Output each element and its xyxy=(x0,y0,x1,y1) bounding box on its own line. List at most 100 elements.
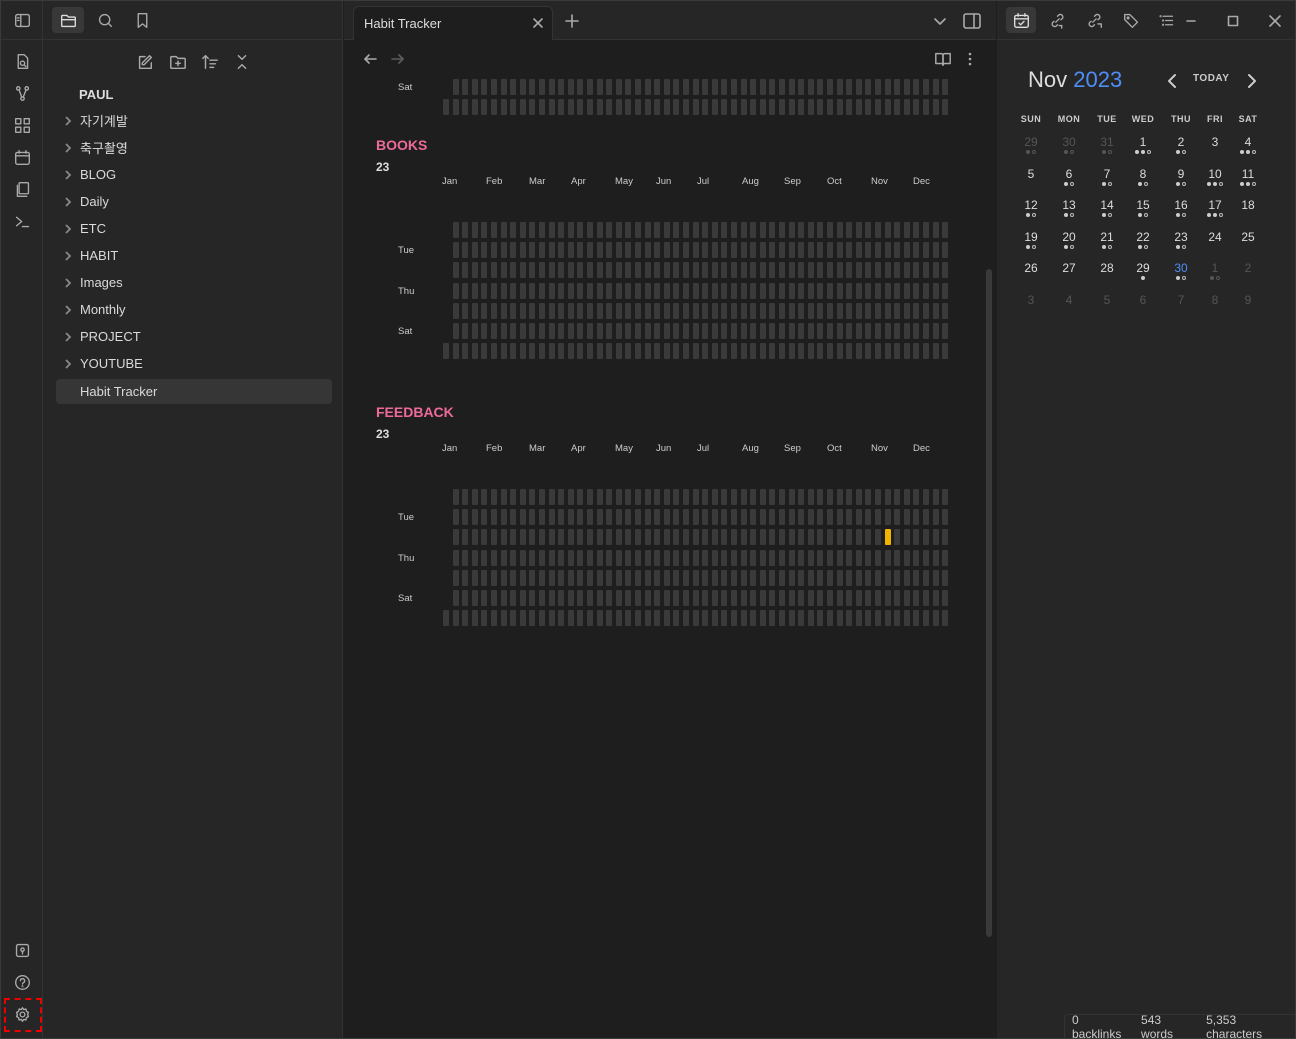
heatmap-cell[interactable] xyxy=(491,302,497,319)
heatmap-cell[interactable] xyxy=(539,489,545,505)
heatmap-cell[interactable] xyxy=(471,590,478,606)
heatmap-cell[interactable] xyxy=(817,610,824,627)
heatmap-cell[interactable] xyxy=(500,99,507,116)
heatmap-cell[interactable] xyxy=(894,509,901,526)
heatmap-cell[interactable] xyxy=(913,509,920,526)
heatmap-cell[interactable] xyxy=(779,282,785,299)
heatmap-cell[interactable] xyxy=(558,282,565,299)
heatmap-cell[interactable] xyxy=(836,549,843,566)
heatmap-cell[interactable] xyxy=(548,282,555,299)
heatmap-cell[interactable] xyxy=(635,569,641,586)
heatmap-cell[interactable] xyxy=(577,549,584,566)
heatmap-cell[interactable] xyxy=(913,79,920,95)
heatmap-cell[interactable] xyxy=(567,222,574,238)
heatmap-cell[interactable] xyxy=(865,222,872,238)
heatmap-cell[interactable] xyxy=(779,302,785,319)
heatmap-cell[interactable] xyxy=(942,569,949,586)
heatmap-cell[interactable] xyxy=(923,509,929,526)
heatmap-cell[interactable] xyxy=(625,262,632,279)
heatmap-cell[interactable] xyxy=(865,569,872,586)
heatmap-cell[interactable] xyxy=(558,569,565,586)
heatmap-cell[interactable] xyxy=(596,549,603,566)
heatmap-cell[interactable] xyxy=(587,529,593,546)
heatmap-cell[interactable] xyxy=(491,323,497,339)
heatmap-cell[interactable] xyxy=(721,242,728,259)
heatmap-cell[interactable] xyxy=(615,79,622,95)
heatmap-cell[interactable] xyxy=(702,302,709,319)
heatmap-cell[interactable] xyxy=(769,282,776,299)
heatmap-cell[interactable] xyxy=(721,549,728,566)
heatmap-cell[interactable] xyxy=(731,569,737,586)
heatmap-cell[interactable] xyxy=(539,222,545,238)
heatmap-cell[interactable] xyxy=(539,282,545,299)
heatmap-cell[interactable] xyxy=(529,302,536,319)
heatmap-cell[interactable] xyxy=(644,509,651,526)
heatmap-cell[interactable] xyxy=(481,262,488,279)
heatmap-cell[interactable] xyxy=(769,610,776,627)
heatmap-cell[interactable] xyxy=(827,99,833,116)
heatmap-cell[interactable] xyxy=(663,323,670,339)
heatmap-cell[interactable] xyxy=(702,99,709,116)
heatmap-cell[interactable] xyxy=(663,222,670,238)
heatmap-cell[interactable] xyxy=(462,590,469,606)
heatmap-cell[interactable] xyxy=(759,79,766,95)
heatmap-cell[interactable] xyxy=(798,79,805,95)
heatmap-cell[interactable] xyxy=(865,343,872,360)
heatmap-cell[interactable] xyxy=(500,529,507,546)
heatmap-cell[interactable] xyxy=(558,590,565,606)
heatmap-cell[interactable] xyxy=(510,549,517,566)
heatmap-cell[interactable] xyxy=(913,569,920,586)
heatmap-cell[interactable] xyxy=(855,222,862,238)
heatmap-cell[interactable] xyxy=(865,323,872,339)
calendar-day[interactable]: 2 xyxy=(1164,135,1198,149)
calendar-day[interactable]: 9 xyxy=(1231,293,1265,307)
heatmap-cell[interactable] xyxy=(692,323,699,339)
heatmap-cell[interactable] xyxy=(644,302,651,319)
heatmap-cell[interactable] xyxy=(500,242,507,259)
heatmap-cell[interactable] xyxy=(759,242,766,259)
heatmap-cell[interactable] xyxy=(740,549,747,566)
heatmap-cell[interactable] xyxy=(788,509,795,526)
heatmap-cell[interactable] xyxy=(923,610,929,627)
heatmap-cell[interactable] xyxy=(491,529,497,546)
heatmap-cell[interactable] xyxy=(769,323,776,339)
tree-folder[interactable]: Monthly xyxy=(56,296,332,323)
heatmap-cell[interactable] xyxy=(491,509,497,526)
heatmap-cell[interactable] xyxy=(606,489,613,505)
heatmap-cell[interactable] xyxy=(654,489,661,505)
heatmap-cell[interactable] xyxy=(548,343,555,360)
heatmap-cell[interactable] xyxy=(807,489,814,505)
heatmap-cell[interactable] xyxy=(615,343,622,360)
heatmap-cell[interactable] xyxy=(683,242,689,259)
heatmap-cell[interactable] xyxy=(673,282,680,299)
heatmap-cell[interactable] xyxy=(750,509,757,526)
calendar-day[interactable]: 12 xyxy=(1014,198,1048,212)
heatmap-cell[interactable] xyxy=(827,262,833,279)
heatmap-cell[interactable] xyxy=(596,569,603,586)
heatmap-cell[interactable] xyxy=(807,262,814,279)
heatmap-cell[interactable] xyxy=(702,610,709,627)
heatmap-cell[interactable] xyxy=(635,262,641,279)
heatmap-cell[interactable] xyxy=(731,610,737,627)
heatmap-cell[interactable] xyxy=(788,302,795,319)
heatmap-cell[interactable] xyxy=(836,590,843,606)
heatmap-cell[interactable] xyxy=(846,590,853,606)
heatmap-cell[interactable] xyxy=(731,302,737,319)
heatmap-cell[interactable] xyxy=(683,222,689,238)
heatmap-cell[interactable] xyxy=(913,242,920,259)
heatmap-cell[interactable] xyxy=(750,529,757,546)
heatmap-cell[interactable] xyxy=(702,509,709,526)
heatmap-cell[interactable] xyxy=(644,610,651,627)
heatmap-cell[interactable] xyxy=(635,79,641,95)
heatmap-cell[interactable] xyxy=(702,529,709,546)
heatmap-cell[interactable] xyxy=(510,343,517,360)
heatmap-cell[interactable] xyxy=(481,610,488,627)
heatmap-cell[interactable] xyxy=(788,222,795,238)
heatmap-cell[interactable] xyxy=(855,569,862,586)
graph-view-icon[interactable] xyxy=(12,83,32,103)
heatmap-cell[interactable] xyxy=(913,282,920,299)
calendar-day[interactable]: 16 xyxy=(1164,198,1198,212)
heatmap-cell[interactable] xyxy=(769,569,776,586)
heatmap-cell[interactable] xyxy=(807,549,814,566)
heatmap-cell[interactable] xyxy=(683,549,689,566)
